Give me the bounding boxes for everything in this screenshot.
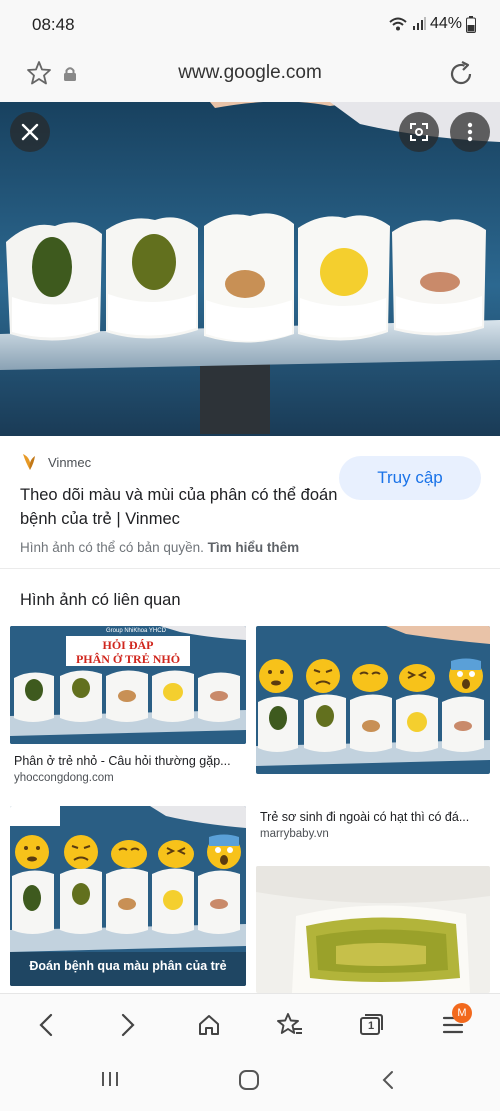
status-time: 08:48 [32,15,75,34]
wifi-icon [389,17,407,31]
system-nav-bar [0,1053,500,1111]
home-button[interactable] [193,1009,225,1041]
visit-button[interactable]: Truy cập [339,456,481,500]
related-domain-2: marrybaby.vn [260,828,329,840]
browser-toolbar: 1 [0,993,500,1053]
more-options-button[interactable] [450,112,490,152]
source-name: Vinmec [48,454,92,470]
copyright-text: Hình ảnh có thể có bản quyền. [20,540,204,555]
related-images-heading: Hình ảnh có liên quan [20,591,181,609]
overlay-title-line1: HỎI ĐÁP [102,638,154,652]
home-system-icon[interactable] [238,1069,260,1091]
tabs-button[interactable]: 1 [355,1009,387,1041]
lens-button[interactable] [399,112,439,152]
signal-icon [412,17,426,30]
chevron-left-icon [39,1013,53,1037]
home-icon [199,1015,219,1035]
close-icon [21,123,39,141]
divider [0,568,500,569]
back-system-icon[interactable] [380,1069,396,1091]
overlay-title-line2: PHÂN Ở TRẺ NHỎ [75,652,181,666]
related-image-card-1[interactable]: Group NhiKhoa YHCD HỎI ĐÁP PHÂN Ở TRẺ NH… [10,626,246,788]
related-image-1: Group NhiKhoa YHCD HỎI ĐÁP PHÂN Ở TRẺ NH… [10,626,246,744]
forward-button[interactable] [112,1009,144,1041]
status-icons: 44% [388,15,476,33]
tabs-count: 1 [368,1020,375,1032]
overlay-caption: Đoán bệnh qua màu phân của trẻ [29,959,227,973]
related-caption-2: Trẻ sơ sinh đi ngoài có hạt thì có đá... [260,810,470,824]
related-caption-1: Phân ở trẻ nhỏ - Câu hỏi thường gặp... [14,754,231,768]
lens-icon [410,123,428,141]
battery-level: 44% [429,15,462,32]
url-field[interactable]: www.google.com [0,62,500,84]
menu-badge: M [452,1003,472,1023]
diaper-photo [0,102,500,436]
chevron-right-icon [121,1013,135,1037]
learn-more-link[interactable]: Tìm hiểu thêm [208,540,300,555]
status-bar: 08:48 44% [0,0,500,50]
preview-image[interactable] [0,102,500,436]
overlay-group-label: Group NhiKhoa YHCD [106,628,166,634]
source-row[interactable]: Vinmec [20,452,91,472]
battery-icon [466,15,476,33]
reload-icon[interactable] [446,59,476,89]
related-image-card-4[interactable] [256,866,490,993]
bookmarks-button[interactable] [274,1009,306,1041]
back-button[interactable] [30,1009,62,1041]
vinmec-logo-icon [23,454,35,470]
related-image-4 [256,866,490,993]
address-bar: www.google.com [0,50,500,102]
copyright-notice: Hình ảnh có thể có bản quyền. Tìm hiểu t… [20,540,299,555]
related-domain-1: yhoccongdong.com [14,772,114,784]
recent-apps-icon[interactable] [100,1069,120,1089]
bookmark-star-list-icon [277,1013,302,1034]
related-image-card-3[interactable]: Đoán bệnh qua màu phân của trẻ [10,806,246,986]
related-image-2 [256,626,490,774]
related-image-card-2[interactable]: Trẻ sơ sinh đi ngoài có hạt thì có đá...… [256,626,490,842]
more-vert-icon [467,122,473,142]
related-image-3: Đoán bệnh qua màu phân của trẻ [10,806,246,986]
close-button[interactable] [10,112,50,152]
result-title[interactable]: Theo dõi màu và mùi của phân có thể đoán… [20,483,340,531]
